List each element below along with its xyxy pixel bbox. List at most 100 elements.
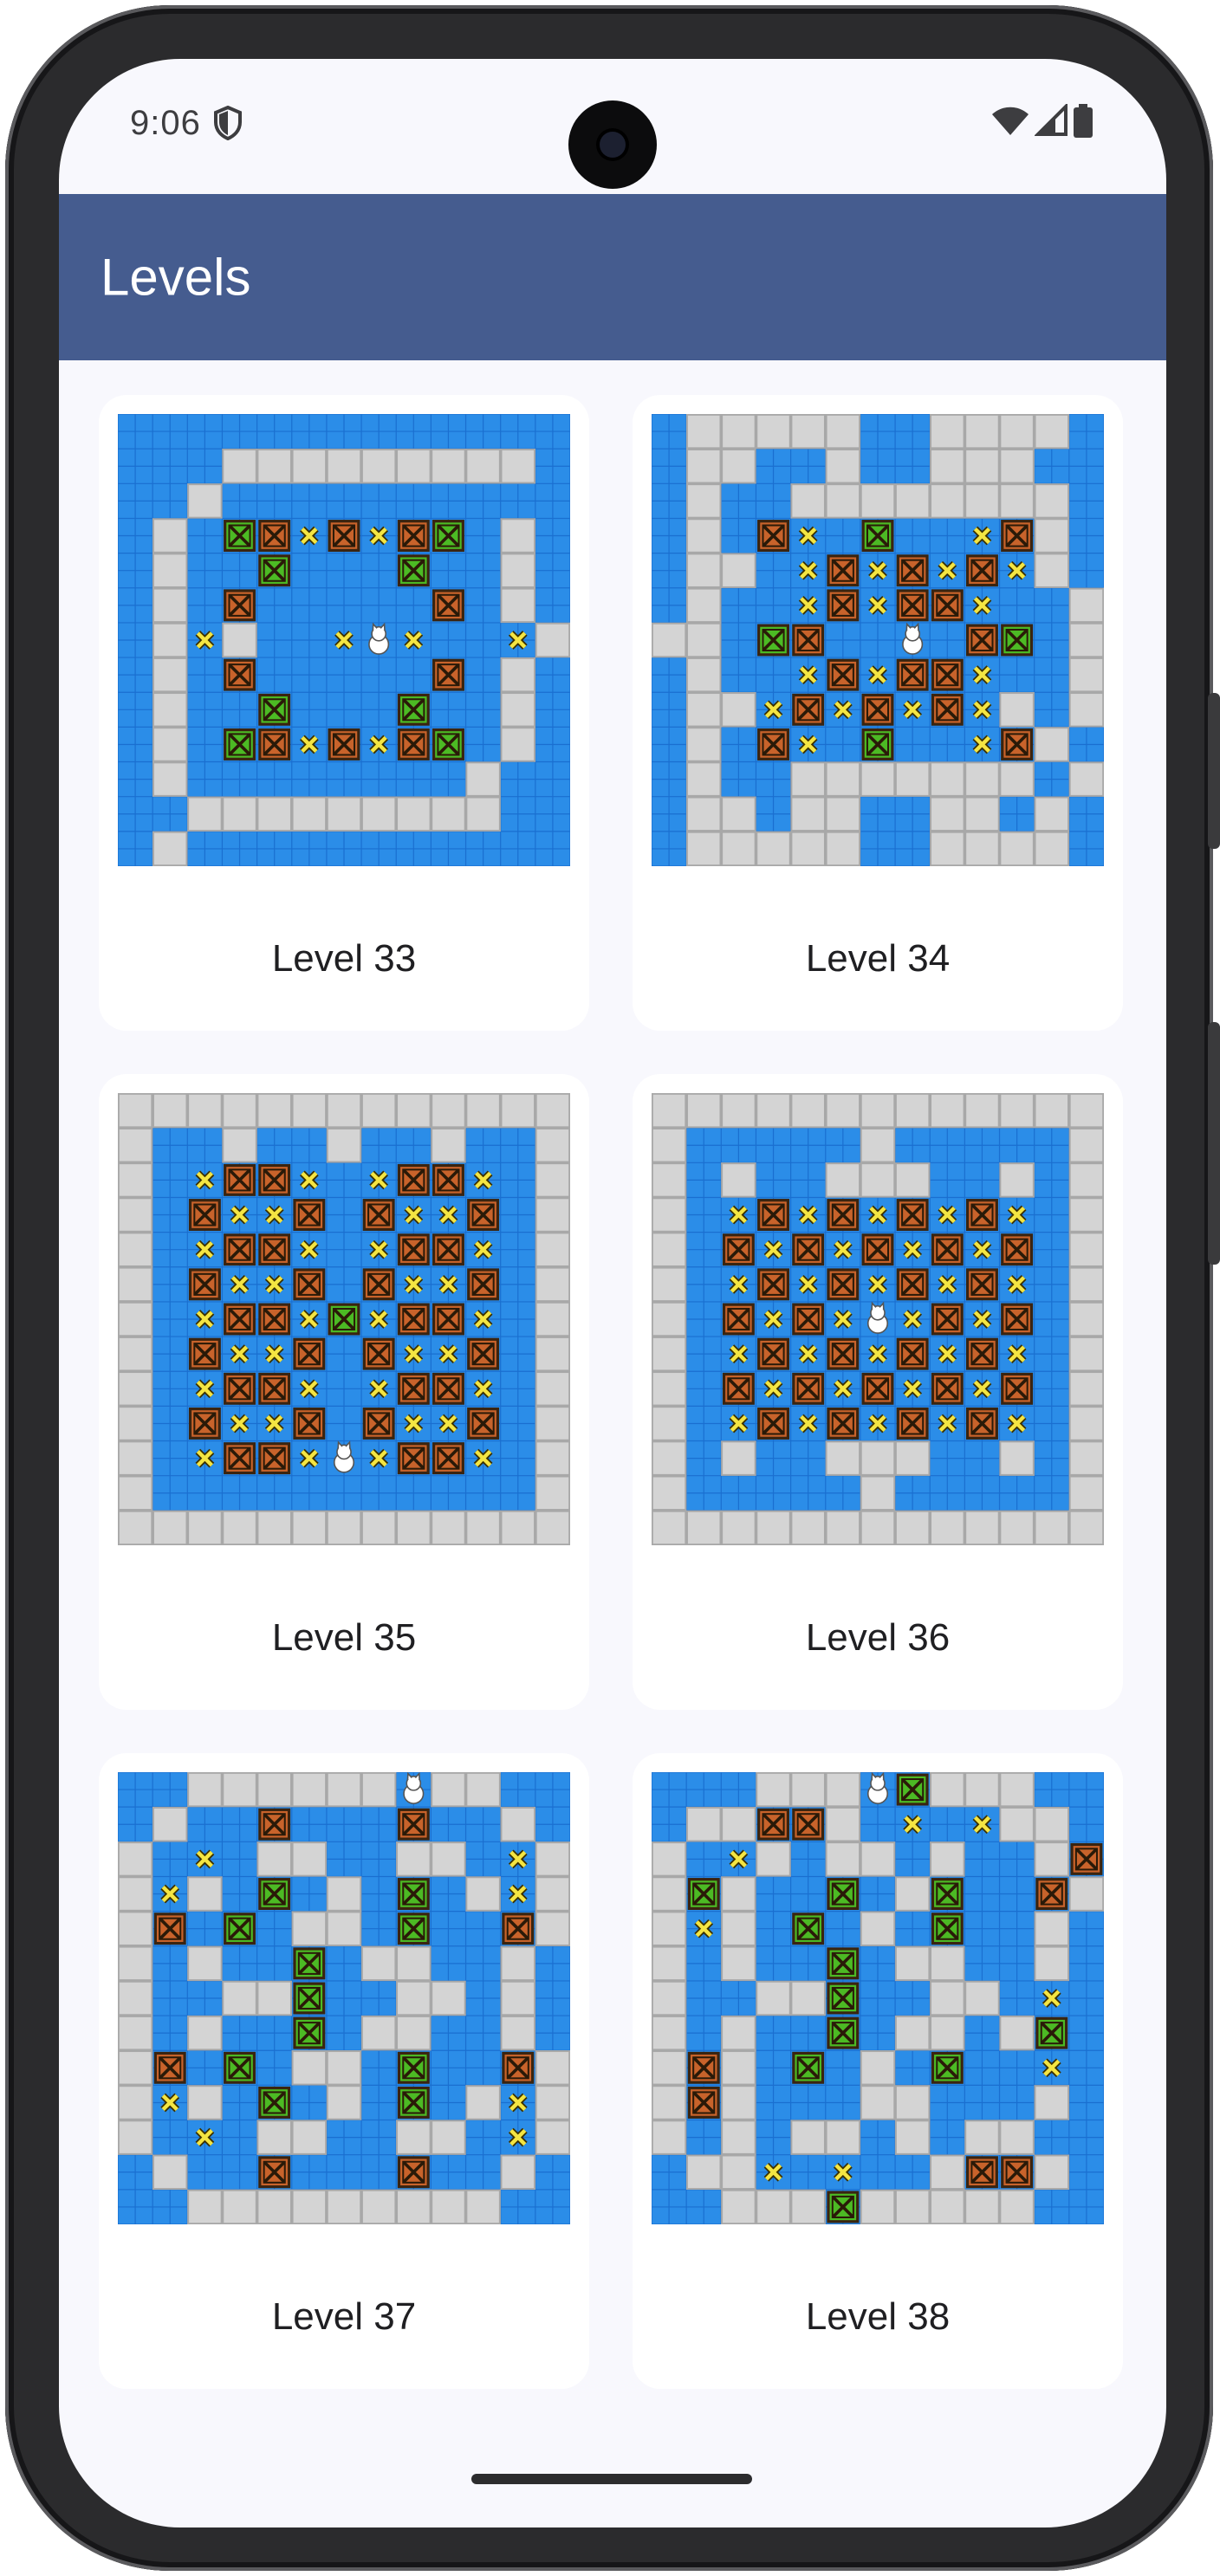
wall-tile	[860, 2085, 896, 2120]
wall-tile	[790, 1980, 826, 2016]
crate	[467, 1199, 500, 1232]
crate	[931, 589, 964, 622]
crate	[965, 1199, 998, 1232]
wall-tile	[930, 1510, 965, 1545]
wall-tile	[685, 761, 722, 797]
target-marker	[369, 526, 389, 546]
target-marker	[938, 1414, 957, 1434]
crate-on-target	[293, 2016, 326, 2049]
target-marker	[369, 1310, 389, 1329]
wall-tile	[535, 1406, 570, 1441]
wall-tile	[535, 1336, 570, 1372]
wall-tile	[326, 1093, 362, 1129]
target-marker	[1042, 1989, 1061, 2008]
target-marker	[230, 1274, 250, 1294]
wall-tile	[652, 622, 687, 658]
target-marker	[1007, 560, 1027, 580]
wall-tile	[431, 1093, 466, 1129]
target-marker	[729, 1849, 749, 1869]
wall-tile	[1068, 622, 1104, 658]
target-marker	[299, 1170, 319, 1190]
wall-tile	[685, 622, 722, 658]
level-card[interactable]: Level 35	[99, 1074, 589, 1710]
target-marker	[729, 1274, 749, 1294]
wall-tile	[326, 1510, 362, 1545]
target-marker	[438, 1344, 458, 1364]
level-card[interactable]: Level 33	[99, 395, 589, 1031]
crate-on-target	[432, 728, 464, 761]
crate	[792, 624, 825, 657]
wall-tile	[721, 2154, 756, 2191]
wall-tile	[1034, 1510, 1070, 1545]
level-card[interactable]: Level 37	[99, 1753, 589, 2389]
crate	[896, 1407, 929, 1440]
wall-tile	[396, 448, 432, 484]
wall-tile	[187, 1093, 223, 1129]
wall-tile	[825, 1440, 861, 1476]
target-marker	[833, 1239, 853, 1259]
crate-on-target	[432, 520, 464, 553]
wall-tile	[326, 448, 362, 484]
crate	[362, 1268, 395, 1301]
level-thumbnail	[118, 1772, 570, 2224]
wall-tile	[360, 2189, 397, 2224]
level-card[interactable]: Level 34	[633, 395, 1123, 1031]
level-card[interactable]: Level 38	[633, 1753, 1123, 2389]
wall-tile	[756, 1841, 791, 1877]
wall-tile	[291, 1510, 328, 1545]
wall-tile	[721, 448, 756, 484]
wall-tile	[396, 2120, 432, 2155]
wall-tile	[652, 2015, 687, 2051]
wall-tile	[500, 657, 536, 693]
wall-tile	[685, 727, 722, 762]
crate	[432, 1303, 464, 1336]
wall-tile	[1034, 1841, 1070, 1877]
wall-tile	[894, 2120, 931, 2155]
crate	[188, 1199, 221, 1232]
wall-tile	[431, 796, 466, 832]
wall-tile	[930, 2189, 965, 2224]
crate	[467, 1268, 500, 1301]
wall-tile	[721, 692, 756, 728]
wall-tile	[721, 2120, 756, 2155]
wall-tile	[894, 1093, 931, 1129]
level-thumbnail	[652, 1093, 1104, 1545]
wall-tile	[222, 1093, 257, 1129]
wall-tile	[1034, 1911, 1070, 1946]
wall-tile	[685, 2154, 722, 2191]
crate	[293, 1337, 326, 1370]
crate	[757, 1199, 790, 1232]
wall-tile	[118, 1475, 153, 1511]
wall-tile	[999, 1806, 1035, 1842]
crate	[861, 1233, 894, 1266]
wall-tile	[964, 2120, 1000, 2155]
crate	[757, 520, 790, 553]
volume-button	[1208, 693, 1220, 849]
target-marker	[264, 1205, 284, 1225]
wall-tile	[500, 518, 536, 553]
wall-tile	[652, 1336, 687, 1372]
home-indicator[interactable]	[471, 2474, 752, 2484]
crate	[722, 1303, 755, 1336]
wall-tile	[756, 831, 791, 866]
target-marker	[369, 1170, 389, 1190]
crate	[188, 1337, 221, 1370]
level-card[interactable]: Level 36	[633, 1074, 1123, 1710]
wall-tile	[999, 414, 1035, 450]
wall-tile	[652, 1911, 687, 1946]
wall-tile	[465, 2085, 501, 2120]
wall-tile	[860, 2050, 896, 2086]
signal-icon	[1033, 102, 1068, 136]
wall-tile	[118, 1440, 153, 1476]
target-marker	[195, 1310, 215, 1329]
wall-tile	[396, 1841, 432, 1877]
wall-tile	[1034, 1093, 1070, 1129]
crate-on-target	[861, 728, 894, 761]
shield-icon	[214, 106, 242, 140]
wall-tile	[790, 414, 826, 450]
wall-tile	[790, 1772, 826, 1808]
target-marker	[938, 560, 957, 580]
target-marker	[1042, 2058, 1061, 2078]
wall-tile	[825, 414, 861, 450]
wall-tile	[860, 1127, 896, 1163]
